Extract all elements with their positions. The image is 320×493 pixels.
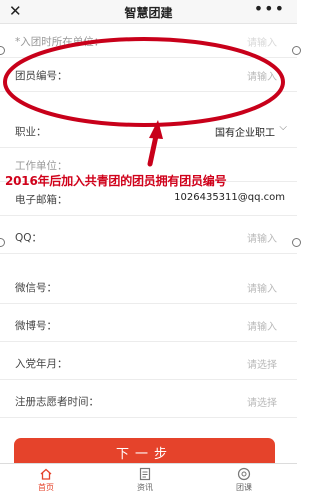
highlight-ellipse xyxy=(3,37,285,127)
news-icon xyxy=(139,467,151,481)
annotation-highlight xyxy=(3,37,285,167)
bottom-tab-bar: 首页 资讯 团课 xyxy=(0,463,297,493)
annotation-caption: 2016年后加入共青团的团员拥有团员编号 xyxy=(5,174,227,188)
tab-news[interactable]: 资讯 xyxy=(115,467,175,493)
course-icon xyxy=(237,467,251,481)
tab-home[interactable]: 首页 xyxy=(16,467,76,493)
tab-label: 团课 xyxy=(236,483,252,492)
home-icon xyxy=(40,468,52,480)
annotation-arrow xyxy=(147,133,159,167)
tab-label: 资讯 xyxy=(137,483,153,492)
tab-course[interactable]: 团课 xyxy=(214,467,274,493)
tab-label: 首页 xyxy=(38,483,54,492)
